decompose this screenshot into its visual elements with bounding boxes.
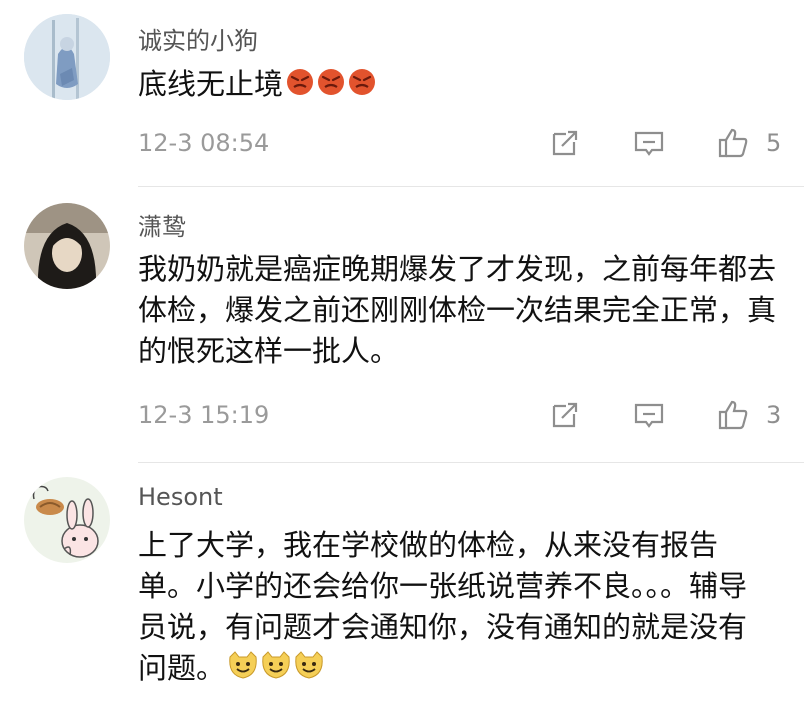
- username[interactable]: 潇鸷: [138, 207, 186, 242]
- share-icon: [552, 402, 578, 428]
- comment-text: 底线无止境: [138, 64, 788, 108]
- repost-button[interactable]: [548, 398, 582, 432]
- thumbs-up-icon: [718, 128, 748, 158]
- comment-actions: 12-3 08:54 5: [138, 126, 788, 162]
- grinning-face-emoji-group: [227, 649, 325, 692]
- comment-2: 潇鸷 我奶奶就是癌症晚期爆发了才发现，之前每年都去体检，爆发之前还刚刚体检一次结…: [0, 187, 804, 452]
- comment-button[interactable]: [632, 126, 666, 160]
- comment-1: 诚实的小狗 底线无止境 12-3 08:54 5: [0, 0, 804, 185]
- like-button[interactable]: [716, 398, 750, 432]
- comment-actions: 12-3 15:19 3: [138, 398, 788, 434]
- grinning-face-emoji: [229, 650, 323, 679]
- like-button[interactable]: [716, 126, 750, 160]
- angry-face-emoji: [287, 68, 376, 95]
- like-count: 3: [766, 401, 782, 429]
- username[interactable]: Hesont: [138, 483, 223, 511]
- timestamp: 12-3 08:54: [138, 129, 270, 157]
- avatar-image: [24, 14, 110, 100]
- share-icon: [552, 130, 578, 156]
- comment-3: Hesont 上了大学，我在学校做的体检，从来没有报告单。小学的还会给你一张纸说…: [0, 463, 804, 717]
- comment-icon: [634, 131, 664, 156]
- avatar[interactable]: [24, 203, 110, 289]
- comment-text: 上了大学，我在学校做的体检，从来没有报告单。小学的还会给你一张纸说营养不良。。。…: [138, 525, 768, 692]
- timestamp: 12-3 15:19: [138, 401, 270, 429]
- username[interactable]: 诚实的小狗: [138, 21, 258, 56]
- angry-face-emoji-group: [285, 65, 377, 108]
- thumbs-up-icon: [718, 400, 748, 430]
- comment-icon: [634, 403, 664, 428]
- avatar[interactable]: [24, 14, 110, 100]
- comment-body: 底线无止境: [138, 67, 284, 101]
- comment-text: 我奶奶就是癌症晚期爆发了才发现，之前每年都去体检，爆发之前还刚刚体检一次结果完全…: [138, 252, 777, 368]
- avatar-image: [24, 477, 110, 563]
- avatar[interactable]: [24, 477, 110, 563]
- like-count: 5: [766, 129, 782, 157]
- comment-button[interactable]: [632, 398, 666, 432]
- repost-button[interactable]: [548, 126, 582, 160]
- avatar-image: [24, 203, 110, 289]
